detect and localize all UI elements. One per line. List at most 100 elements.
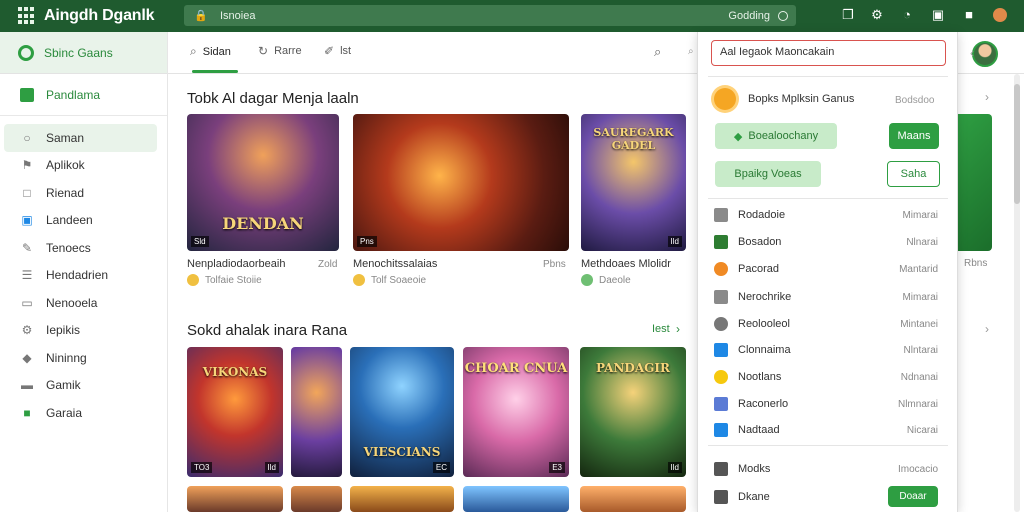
sidebar-item-game[interactable]: ▬ Gamik bbox=[0, 372, 167, 400]
game-card-partial[interactable] bbox=[958, 114, 992, 251]
sidebar-item-flag[interactable]: ◆ Nininng bbox=[0, 344, 167, 372]
clock-icon[interactable]: ◔ bbox=[899, 7, 915, 23]
sidebar-item-label: Saman bbox=[46, 130, 85, 145]
secondary-outline-button[interactable]: Saha bbox=[887, 161, 940, 187]
game-card[interactable]: DENDAN Sld bbox=[187, 114, 339, 251]
tab-sidan[interactable]: ⌕ Sidan bbox=[190, 44, 231, 59]
card-label[interactable]: Menochitssalaias bbox=[353, 258, 437, 270]
row-label: Reolooleol bbox=[738, 318, 790, 330]
search-icon[interactable]: ⌕ bbox=[654, 44, 661, 60]
card-sub-text: Daeole bbox=[599, 274, 631, 286]
row-value: Ndnanai bbox=[900, 371, 938, 383]
see-all-link[interactable]: Iest bbox=[652, 323, 670, 335]
card-badge: Ild bbox=[667, 462, 682, 473]
panel-action-button[interactable]: Doaar bbox=[888, 486, 938, 507]
row-icon bbox=[714, 370, 728, 384]
game-card[interactable]: SAUREGARK GADEL Ild bbox=[581, 114, 686, 251]
avatar[interactable] bbox=[972, 41, 998, 67]
secondary-light-button[interactable]: Bpaikg Voeas bbox=[715, 161, 821, 187]
url-bar[interactable]: 🔒 Isnoiea Godding bbox=[184, 5, 796, 26]
coin-icon bbox=[581, 274, 593, 286]
divider bbox=[708, 76, 948, 77]
shield-icon[interactable]: ▣ bbox=[930, 7, 946, 23]
chevron-right-icon[interactable]: › bbox=[985, 322, 989, 336]
row-value: Mintanei bbox=[900, 318, 938, 330]
more-icon[interactable]: ⌕ bbox=[688, 46, 694, 57]
panel-row[interactable]: Raconerlo Nlmnarai bbox=[714, 394, 938, 414]
row-label: Nootlans bbox=[738, 371, 782, 383]
sidebar-item-edit[interactable]: ✎ Tenoecs bbox=[0, 234, 167, 262]
sun-icon bbox=[714, 88, 736, 110]
row-label: Nerochrike bbox=[738, 291, 792, 303]
primary-light-button[interactable]: ◆ Boealoochany bbox=[715, 123, 837, 149]
game-card[interactable]: Pns bbox=[353, 114, 569, 251]
sidebar-header[interactable]: Sbinc Gaans bbox=[0, 32, 167, 74]
game-card[interactable] bbox=[291, 347, 342, 477]
game-card[interactable] bbox=[463, 486, 569, 512]
chevron-right-icon[interactable]: › bbox=[985, 90, 989, 104]
game-card[interactable] bbox=[187, 486, 283, 512]
home-icon: ○ bbox=[23, 130, 31, 145]
game-card[interactable] bbox=[291, 486, 342, 512]
sidebar-item-apps[interactable]: ⚑ Aplikok bbox=[0, 152, 167, 180]
game-card[interactable]: CHOAR CNUA E3 bbox=[463, 347, 569, 477]
game-card[interactable]: PANDAGIR Ild bbox=[580, 347, 686, 477]
panel-row[interactable]: Modks Imocacio bbox=[714, 459, 938, 479]
row-value: Nlmnarai bbox=[897, 398, 938, 410]
panel-row[interactable]: Rodadoie Mimarai bbox=[714, 205, 938, 225]
refresh-icon: ↻ bbox=[258, 44, 269, 58]
game-card[interactable]: VIKONAS TO3 Ild bbox=[187, 347, 283, 477]
card-label[interactable]: Methdoaes Mlolidr bbox=[581, 258, 671, 270]
notification-icon[interactable]: ■ bbox=[961, 7, 977, 23]
panel-row[interactable]: Bosadon Nlnarai bbox=[714, 232, 938, 252]
row-label: Raconerlo bbox=[738, 398, 789, 410]
brand-title: Aingdh Dganlk bbox=[44, 7, 155, 24]
tab-rarre[interactable]: ↻ Rarre bbox=[258, 44, 302, 58]
active-tab-indicator bbox=[192, 70, 238, 73]
puzzle-icon[interactable]: ⚙ bbox=[869, 7, 885, 23]
sidebar-item-book[interactable]: ▭ Nenooela bbox=[0, 289, 167, 317]
sidebar-section[interactable]: Pandlama bbox=[0, 74, 167, 116]
game-card[interactable]: VIESCIANS EC bbox=[350, 347, 454, 477]
sidebar-section-label: Pandlama bbox=[46, 87, 101, 102]
chevron-left-icon[interactable]: ‹ bbox=[970, 46, 974, 60]
sidebar-item-settings[interactable]: ⚙ Iepikis bbox=[0, 317, 167, 345]
row-value: Nlntarai bbox=[903, 344, 938, 356]
panel-row[interactable]: Pacorad Mantarid bbox=[714, 259, 938, 279]
game-card[interactable] bbox=[350, 486, 454, 512]
bookmark-icon[interactable]: ❐ bbox=[840, 7, 856, 23]
panel-row[interactable]: Nerochrike Mimarai bbox=[714, 287, 938, 307]
dropdown-panel: Aal Iegaok Maoncakain Bopks Mplksin Ganu… bbox=[697, 32, 958, 512]
row-icon bbox=[714, 317, 728, 331]
chevron-right-icon[interactable]: › bbox=[676, 322, 680, 336]
card-badge: Pns bbox=[357, 236, 377, 247]
apps-grid-icon[interactable] bbox=[18, 7, 36, 25]
row-icon bbox=[714, 397, 728, 411]
panel-row[interactable]: Reolooleol Mintanei bbox=[714, 314, 938, 334]
row-value: Nlnarai bbox=[906, 236, 938, 248]
panel-header-title: Bopks Mplksin Ganus bbox=[748, 93, 855, 105]
profile-icon[interactable] bbox=[993, 8, 1007, 22]
panel-row[interactable]: Nadtaad Nicarai bbox=[714, 420, 938, 440]
panel-row[interactable]: Nootlans Ndnanai bbox=[714, 367, 938, 387]
card-sub-text: Tolf Soaeoie bbox=[371, 274, 427, 286]
card-art-title: PANDAGIR bbox=[596, 361, 670, 375]
tab-lst[interactable]: ✐ lst bbox=[324, 44, 351, 58]
scrollbar-thumb[interactable] bbox=[1014, 84, 1020, 204]
sidebar-item-category[interactable]: ▣ Landeen bbox=[0, 207, 167, 235]
panel-search-input[interactable]: Aal Iegaok Maoncakain bbox=[711, 40, 946, 66]
sidebar-item-list[interactable]: ☰ Hendadrien bbox=[0, 262, 167, 290]
card-art-title: SAUREGARK GADEL bbox=[593, 126, 674, 152]
sidebar-item-home[interactable]: ○ Saman bbox=[4, 124, 157, 152]
card-label[interactable]: Nenpladiodaorbeaih bbox=[187, 258, 285, 270]
section-icon bbox=[20, 87, 34, 102]
game-card[interactable] bbox=[580, 486, 686, 512]
sidebar-item-wallet[interactable]: ■ Garaia bbox=[0, 399, 167, 427]
sidebar-item-label: Aplikok bbox=[46, 158, 85, 173]
list-icon: ☰ bbox=[21, 268, 33, 283]
reload-icon[interactable] bbox=[778, 10, 788, 21]
sidebar-item-monitor[interactable]: □ Rienad bbox=[0, 179, 167, 207]
tab-label: Rarre bbox=[274, 45, 302, 57]
panel-row[interactable]: Clonnaima Nlntarai bbox=[714, 340, 938, 360]
primary-dark-button[interactable]: Maans bbox=[889, 123, 939, 149]
